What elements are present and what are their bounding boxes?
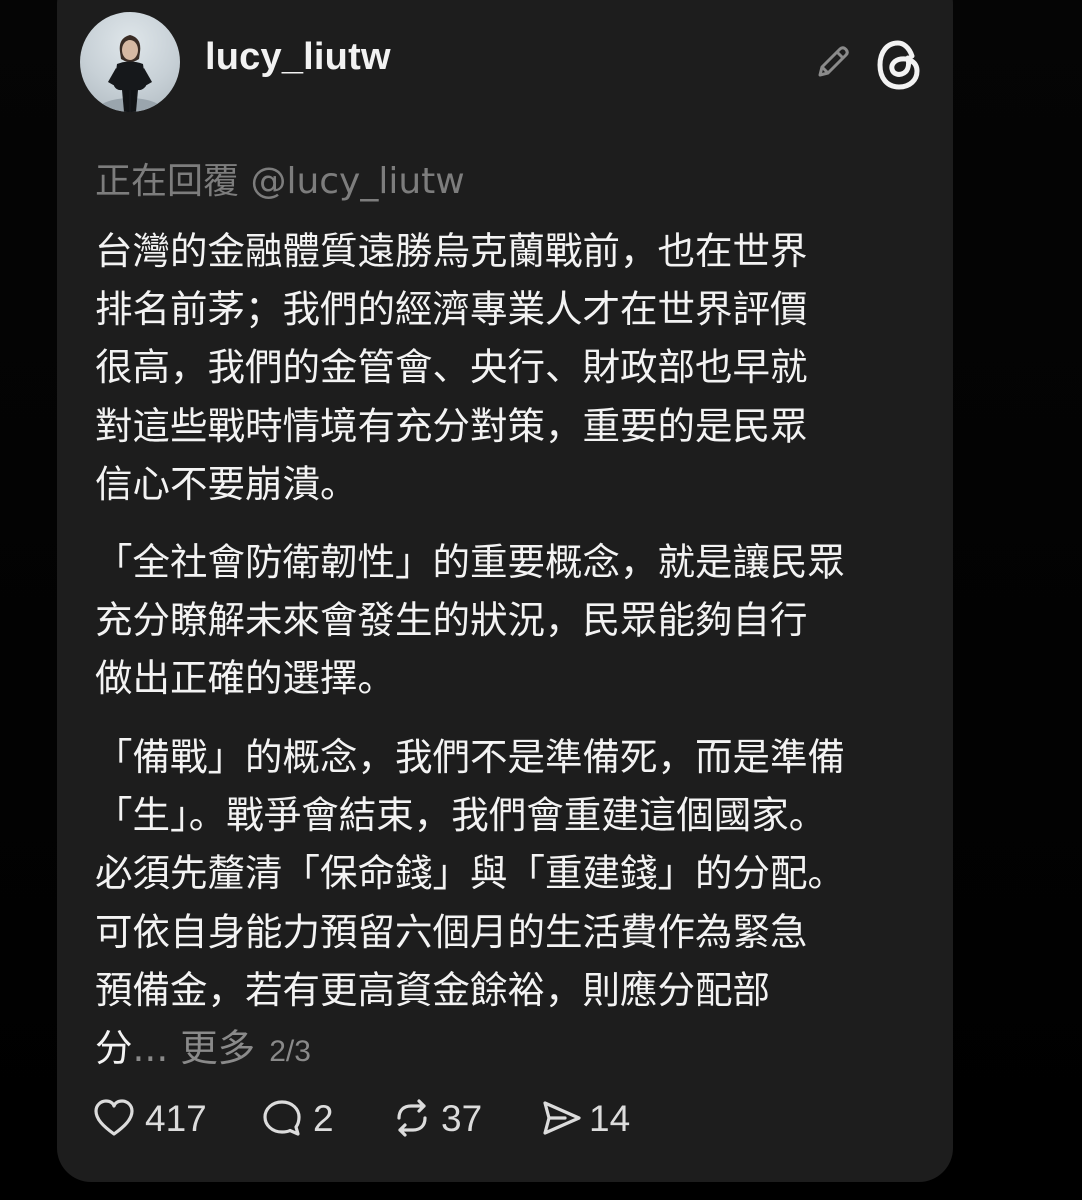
text-line: 預備金，若有更高資金餘裕，則應分配部	[95, 967, 770, 1012]
repost-button[interactable]: 37	[391, 1094, 491, 1144]
reply-button[interactable]: 2	[261, 1094, 341, 1144]
truncated-line: 分... 更多 2/3	[95, 1019, 845, 1081]
reply-to-label: 正在回覆 @lucy_liutw	[95, 161, 465, 202]
like-button[interactable]: 417	[93, 1094, 213, 1144]
repost-icon	[397, 1099, 427, 1137]
text-line: 可依自身能力預留六個月的生活費作為緊急	[95, 909, 808, 954]
text-line: 「全社會防衛韌性」的重要概念，就是讓民眾	[95, 540, 845, 584]
username[interactable]: lucy_liutw	[205, 36, 391, 79]
more-link[interactable]: 更多	[180, 1026, 255, 1070]
reply-bubble-icon	[263, 1100, 301, 1136]
send-icon	[543, 1101, 581, 1135]
edit-pencil-icon[interactable]	[814, 43, 852, 81]
text-line: 排名前茅；我們的經濟專業人才在世界評價	[95, 287, 808, 332]
text-line: 充分瞭解未來會發生的狀況，民眾能夠自行	[95, 598, 808, 643]
last-fragment: 分	[95, 1026, 133, 1071]
page-indicator: 2/3	[269, 1035, 311, 1069]
text-line: 「備戰」的概念，我們不是準備死，而是準備	[95, 735, 845, 779]
heart-icon	[94, 1099, 134, 1136]
post-paragraph-1: 台灣的金融體質遠勝烏克蘭戰前，也在世界 排名前茅；我們的經濟專業人才在世界評價 …	[95, 222, 808, 513]
text-line: 對這些戰時情境有充分對策，重要的是民眾	[95, 403, 808, 448]
post-paragraph-2: 「全社會防衛韌性」的重要概念，就是讓民眾 充分瞭解未來會發生的狀況，民眾能夠自行…	[95, 533, 845, 708]
text-line: 必須先釐清「保命錢」與「重建錢」的分配。	[95, 851, 845, 896]
share-count: 14	[589, 1098, 631, 1139]
ellipsis: ...	[132, 1026, 169, 1071]
text-line: 信心不要崩潰。	[95, 461, 358, 506]
threads-logo-icon[interactable]	[874, 38, 924, 92]
text-line: 很高，我們的金管會、央行、財政部也早就	[95, 345, 808, 390]
like-count: 417	[145, 1098, 207, 1139]
avatar-photo	[96, 35, 164, 112]
avatar[interactable]	[80, 12, 180, 112]
reply-count: 2	[313, 1098, 334, 1139]
text-line: 做出正確的選擇。	[95, 656, 395, 701]
share-button[interactable]: 14	[541, 1094, 641, 1144]
post-paragraph-3: 「備戰」的概念，我們不是準備死，而是準備 「生」。戰爭會結束，我們會重建這個國家…	[95, 728, 845, 1081]
repost-count: 37	[441, 1098, 483, 1139]
text-line: 「生」。戰爭會結束，我們會重建這個國家。	[95, 793, 827, 838]
text-line: 台灣的金融體質遠勝烏克蘭戰前，也在世界	[95, 229, 808, 273]
